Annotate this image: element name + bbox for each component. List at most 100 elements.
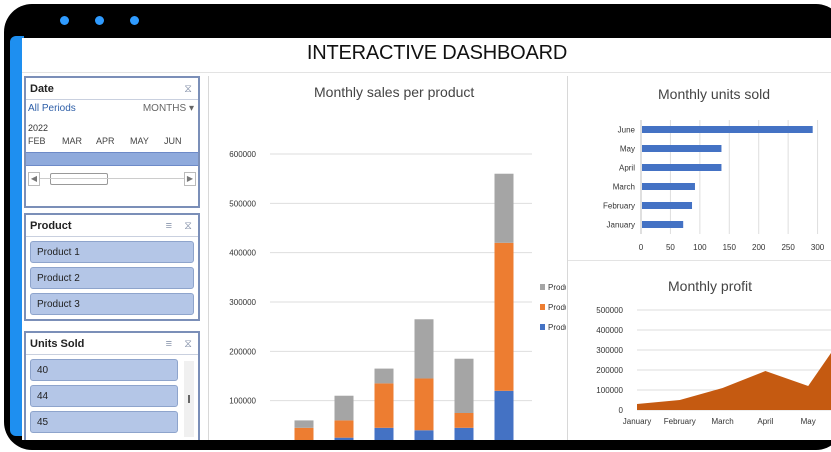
y-tick-label: January [607, 221, 635, 230]
y-tick-label: 200000 [229, 347, 256, 356]
bar-segment [334, 437, 354, 440]
legend-label: Product 3 [548, 283, 566, 292]
bar-segment [494, 390, 514, 440]
units-44-button[interactable]: 44 [30, 385, 178, 407]
x-tick-label: 100 [693, 243, 707, 252]
multi-select-icon[interactable]: ≡ [166, 215, 172, 237]
units-chart: 050100150200250300350JanuaryFebruaryMarc… [603, 120, 825, 252]
y-tick-label: 100000 [229, 397, 256, 406]
y-tick-label: February [603, 202, 635, 211]
slicer-title: Units Sold [30, 338, 85, 350]
timeline-months: FEB MAR APR MAY JUN [26, 136, 198, 150]
y-tick-label: 300000 [229, 298, 256, 307]
bar-segment [374, 427, 394, 440]
all-periods-label: All Periods [28, 103, 76, 114]
y-tick-label: 0 [619, 406, 624, 415]
legend-swatch [540, 304, 545, 310]
timeline-month-label[interactable]: MAY [130, 136, 149, 146]
units-chart-title: Monthly units sold [658, 86, 771, 102]
y-tick-label: 500000 [229, 199, 256, 208]
x-tick-label: 250 [781, 243, 795, 252]
y-tick-label: 600000 [229, 150, 256, 159]
product-3-button[interactable]: Product 3 [30, 293, 194, 315]
legend-swatch [540, 324, 545, 330]
chevron-down-icon: ▾ [188, 103, 194, 114]
y-tick-label: 400000 [596, 326, 623, 335]
product-slicer[interactable]: Product ≡ ⧖ Product 1 Product 2 Product … [24, 213, 200, 321]
period-unit-label: MONTHS [142, 103, 187, 114]
panel-divider [567, 76, 568, 440]
slicer-header: Units Sold ≡ ⧖ [26, 333, 198, 355]
window-dot [95, 16, 104, 25]
window-dots [60, 12, 165, 30]
bar-segment [454, 427, 474, 440]
x-tick-label: 50 [666, 243, 675, 252]
y-tick-label: 300000 [596, 346, 623, 355]
bar-segment [454, 413, 474, 428]
bar-segment [374, 383, 394, 428]
units-sold-slicer[interactable]: Units Sold ≡ ⧖ 40 44 45 [24, 331, 200, 440]
timeline-year: 2022 [28, 123, 49, 133]
bar [642, 202, 693, 209]
legend-swatch [540, 284, 545, 290]
period-row: All Periods MONTHS ▾ [26, 100, 198, 118]
y-tick-label: March [613, 183, 635, 192]
window-dot [130, 16, 139, 25]
y-tick-label: 100000 [596, 386, 623, 395]
scroll-left-icon[interactable]: ◀ [28, 172, 40, 186]
units-40-button[interactable]: 40 [30, 359, 178, 381]
x-tick-label: April [757, 417, 773, 426]
timeline-month-label[interactable]: MAR [62, 136, 82, 146]
y-tick-label: 200000 [596, 366, 623, 375]
bar [642, 126, 813, 133]
bar-segment [374, 368, 394, 384]
gridline [22, 72, 831, 73]
date-timeline-slicer[interactable]: Date ⧖ All Periods MONTHS ▾ 2022 FEB MAR A… [24, 76, 200, 208]
timeline-scrollbar[interactable]: ◀ ▶ [26, 172, 198, 188]
dashboard-screen: INTERACTIVE DASHBOARD Date ⧖ All Periods… [22, 38, 831, 440]
bar-segment [414, 319, 434, 379]
filter-clear-icon[interactable]: ⧖ [184, 333, 192, 355]
y-tick-label: 400000 [229, 249, 256, 258]
scroll-thumb[interactable] [50, 173, 108, 185]
y-tick-label: June [618, 126, 636, 135]
bar [642, 183, 695, 190]
units-45-button[interactable]: 45 [30, 411, 178, 433]
units-list: 40 44 45 [26, 359, 198, 437]
panel-divider [208, 76, 209, 440]
filter-clear-icon[interactable]: ⧖ [184, 78, 192, 100]
x-tick-label: May [801, 417, 816, 426]
period-unit-dropdown[interactable]: MONTHS ▾ [143, 100, 194, 118]
bar [642, 145, 722, 152]
units-scrollbar[interactable] [184, 361, 194, 437]
timeline-selected-bar[interactable] [26, 152, 198, 166]
legend-label: Product 1 [548, 323, 566, 332]
slicer-title: Date [30, 83, 54, 95]
dashboard-title: INTERACTIVE DASHBOARD [306, 42, 568, 64]
multi-select-icon[interactable]: ≡ [166, 333, 172, 355]
bar-segment [294, 420, 314, 428]
x-tick-label: January [623, 417, 651, 426]
sales-chart: 0100000200000300000400000500000600000Jan… [229, 150, 566, 440]
slicer-title: Product [30, 220, 72, 232]
timeline-month-label[interactable]: FEB [28, 136, 46, 146]
filter-clear-icon[interactable]: ⧖ [184, 215, 192, 237]
y-tick-label: May [620, 145, 635, 154]
slicer-header: Product ≡ ⧖ [26, 215, 198, 237]
profit-chart-title: Monthly profit [668, 278, 753, 294]
x-tick-label: February [664, 417, 696, 426]
bar [642, 221, 684, 228]
scroll-right-icon[interactable]: ▶ [184, 172, 196, 186]
bar-segment [494, 242, 514, 391]
profit-chart: 0 100000 200000 300000 400000 500000 January Fe… [596, 306, 831, 426]
x-tick-label: March [711, 417, 733, 426]
product-2-button[interactable]: Product 2 [30, 267, 194, 289]
y-tick-label: 500000 [596, 306, 623, 315]
bar-segment [414, 378, 434, 431]
timeline-month-label[interactable]: JUN [164, 136, 182, 146]
bar [642, 164, 722, 171]
product-1-button[interactable]: Product 1 [30, 241, 194, 263]
timeline-month-label[interactable]: APR [96, 136, 115, 146]
profit-area [637, 352, 831, 410]
scroll-thumb[interactable] [188, 395, 190, 403]
